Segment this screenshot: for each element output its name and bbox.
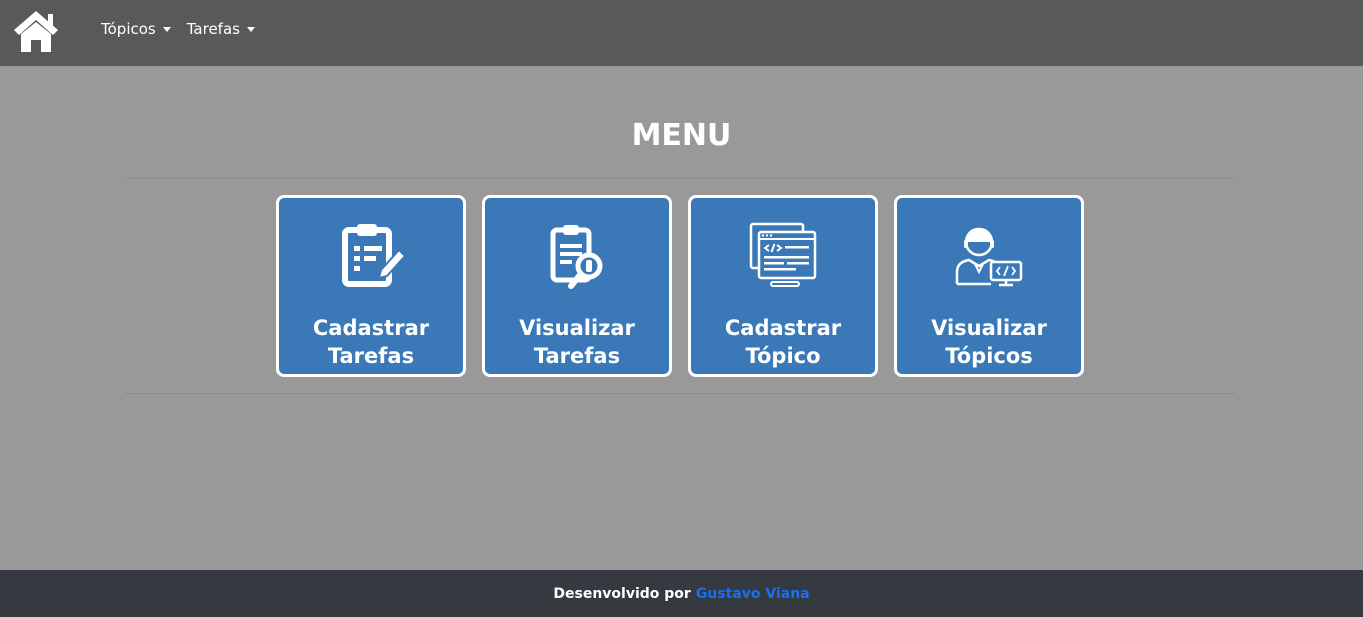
developer-icon — [953, 220, 1025, 292]
footer-text: Desenvolvido por — [553, 585, 691, 602]
card-label-line2: Tarefas — [327, 344, 415, 368]
nav-dropdown-tarefas[interactable]: Tarefas — [187, 20, 255, 38]
divider — [125, 393, 1235, 394]
caret-down-icon — [162, 26, 171, 32]
nav-dropdown-topicos-label: Tópicos — [101, 20, 156, 38]
card-visualizar-topicos[interactable]: Visualizar Tópicos — [894, 195, 1084, 377]
card-label-line1: Visualizar — [519, 316, 635, 340]
author-link[interactable]: Gustavo Viana — [696, 586, 810, 602]
card-label-line2: Tarefas — [533, 344, 621, 368]
nav-dropdown-topicos[interactable]: Tópicos — [101, 20, 171, 38]
page-title: MENU — [631, 118, 732, 153]
divider — [125, 178, 1235, 179]
menu-cards: Cadastrar Tarefas Visualizar Tarefas Cad… — [276, 195, 1100, 377]
card-label-line2: Tópico — [745, 344, 821, 368]
navbar: Tópicos Tarefas — [0, 0, 1363, 66]
card-visualizar-tarefas[interactable]: Visualizar Tarefas — [482, 195, 672, 377]
nav-menu: Tópicos Tarefas — [101, 20, 271, 38]
card-label-line1: Cadastrar — [312, 316, 430, 340]
card-label-line2: Tópicos — [945, 344, 1033, 368]
card-label: Visualizar Tarefas — [485, 314, 669, 370]
card-cadastrar-tarefas[interactable]: Cadastrar Tarefas — [276, 195, 466, 377]
caret-down-icon — [246, 26, 255, 32]
nav-dropdown-tarefas-label: Tarefas — [186, 20, 240, 38]
card-label-line1: Cadastrar — [724, 316, 842, 340]
code-window-icon — [747, 220, 819, 292]
card-label: Cadastrar Tarefas — [279, 314, 463, 370]
card-label: Cadastrar Tópico — [691, 314, 875, 370]
home-link[interactable] — [12, 8, 60, 54]
home-icon — [14, 11, 58, 52]
clipboard-search-icon — [541, 220, 613, 292]
clipboard-edit-icon — [335, 220, 407, 292]
card-label: Visualizar Tópicos — [897, 314, 1081, 370]
footer: Desenvolvido por Gustavo Viana — [0, 570, 1363, 617]
card-cadastrar-topico[interactable]: Cadastrar Tópico — [688, 195, 878, 377]
card-label-line1: Visualizar — [931, 316, 1047, 340]
